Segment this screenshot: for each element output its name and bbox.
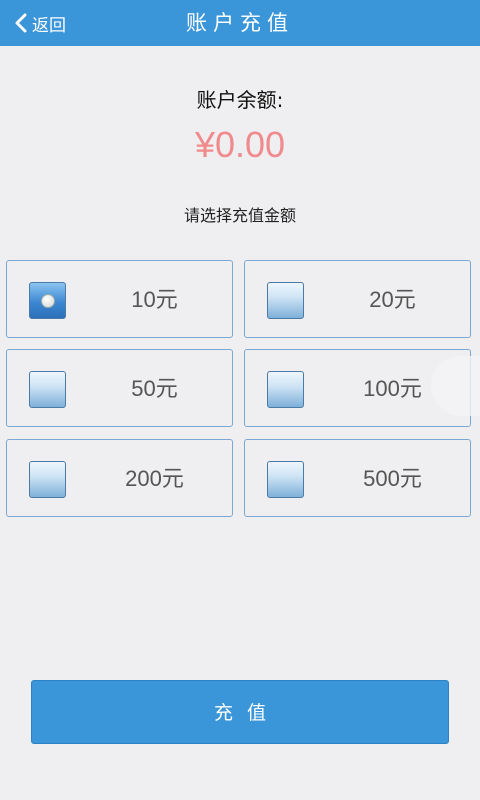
amount-option-label: 20元	[369, 287, 416, 312]
amount-option-label: 200元	[125, 466, 184, 491]
page-title: 账户充值	[186, 11, 294, 35]
amount-option-10[interactable]: 10元	[6, 260, 233, 338]
radio-unchecked[interactable]	[267, 371, 304, 408]
amount-option-label: 50元	[131, 376, 178, 401]
balance-label: 账户余额:	[196, 88, 284, 112]
recharge-button[interactable]: 充值	[31, 680, 449, 744]
radio-unchecked[interactable]	[267, 461, 304, 498]
radio-checked[interactable]	[29, 282, 66, 319]
chevron-left-icon	[14, 13, 28, 33]
amount-option-20[interactable]: 20元	[244, 260, 471, 338]
radio-unchecked[interactable]	[29, 461, 66, 498]
amount-option-label: 500元	[363, 466, 422, 491]
radio-unchecked[interactable]	[267, 282, 304, 319]
amount-option-200[interactable]: 200元	[6, 439, 233, 517]
amount-option-500[interactable]: 500元	[244, 439, 471, 517]
back-button[interactable]: 返回	[14, 0, 66, 46]
top-bar: 返回 账户充值	[0, 0, 480, 46]
amount-option-50[interactable]: 50元	[6, 349, 233, 427]
back-label: 返回	[32, 15, 66, 36]
select-amount-label: 请选择充值金额	[183, 206, 296, 225]
amount-option-label: 10元	[131, 287, 178, 312]
radio-dot-icon	[41, 294, 55, 308]
balance-amount: ¥0.00	[194, 124, 286, 165]
radio-unchecked[interactable]	[29, 371, 66, 408]
